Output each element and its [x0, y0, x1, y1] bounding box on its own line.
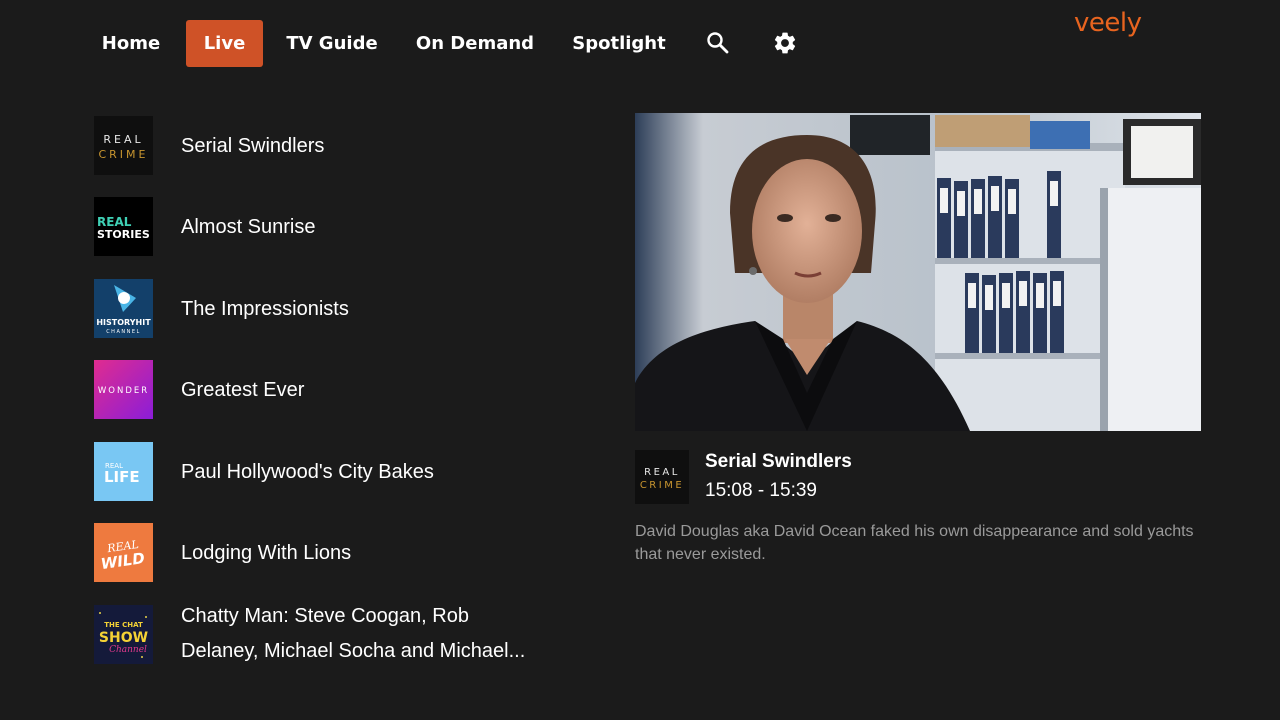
logo-text: STORIES	[97, 228, 150, 241]
channel-logo-real-stories: REAL STORIES	[94, 197, 153, 256]
logo-text: REAL	[103, 133, 143, 146]
channel-logo-wonder: WONDER	[94, 360, 153, 419]
channel-title: Almost Sunrise	[181, 215, 316, 238]
nav-tv-guide[interactable]: TV Guide	[277, 20, 387, 67]
logo-text: CHANNEL	[106, 329, 141, 335]
channel-row[interactable]: REAL STORIES Almost Sunrise	[94, 197, 534, 257]
channel-row[interactable]: HISTORYHIT CHANNEL The Impressionists	[94, 279, 534, 339]
channel-title: The Impressionists	[181, 297, 349, 320]
channel-title: Serial Swindlers	[181, 134, 325, 157]
channel-logo-real-crime: REAL CRIME	[94, 116, 153, 175]
program-title: Serial Swindlers	[705, 451, 852, 472]
channel-row[interactable]: THE CHAT SHOW Channel Chatty Man: Steve …	[94, 605, 534, 677]
channel-title: Chatty Man: Steve Coogan, Rob Delaney, M…	[181, 605, 526, 662]
channel-row[interactable]: REAL WILD Lodging With Lions	[94, 523, 534, 583]
channel-logo-history-hit: HISTORYHIT CHANNEL	[94, 279, 153, 338]
channel-title: Lodging With Lions	[181, 541, 352, 564]
logo-text: WONDER	[98, 386, 149, 396]
nav-home[interactable]: Home	[90, 20, 172, 67]
channel-logo-real-life: REAL LIFE	[94, 442, 153, 501]
logo-text: REAL	[644, 467, 680, 478]
channel-row[interactable]: REAL LIFE Paul Hollywood's City Bakes	[94, 442, 534, 502]
program-description: David Douglas aka David Ocean faked his …	[635, 523, 1194, 563]
logo-text: HISTORYHIT	[96, 318, 151, 327]
logo-text: SHOW	[99, 630, 148, 646]
logo-text: REAL	[97, 215, 132, 229]
logo-text: LIFE	[104, 468, 140, 486]
gear-icon[interactable]	[772, 30, 798, 56]
channel-logo-real-wild: REAL WILD	[94, 523, 153, 582]
logo-text: Channel	[109, 645, 147, 655]
channel-title: Paul Hollywood's City Bakes	[181, 460, 434, 483]
channel-logo-chat-show: THE CHAT SHOW Channel	[94, 605, 153, 664]
program-preview-image[interactable]	[635, 113, 1201, 431]
nav-on-demand[interactable]: On Demand	[405, 20, 545, 67]
channel-row[interactable]: REAL CRIME Serial Swindlers	[94, 116, 534, 176]
nav-live[interactable]: Live	[186, 20, 263, 67]
logo-text: THE CHAT	[104, 621, 143, 629]
brand-logo: veely	[1074, 8, 1142, 38]
top-navigation: Home Live TV Guide On Demand Spotlight v…	[0, 0, 1280, 88]
logo-text: CRIME	[640, 480, 684, 491]
logo-text: CRIME	[98, 148, 148, 161]
channel-row[interactable]: WONDER Greatest Ever	[94, 360, 534, 420]
search-icon[interactable]	[705, 30, 731, 56]
program-time: 15:08 - 15:39	[705, 480, 817, 501]
channel-title: Greatest Ever	[181, 378, 305, 401]
detail-channel-logo: REAL CRIME	[635, 450, 689, 504]
nav-spotlight[interactable]: Spotlight	[563, 20, 675, 67]
